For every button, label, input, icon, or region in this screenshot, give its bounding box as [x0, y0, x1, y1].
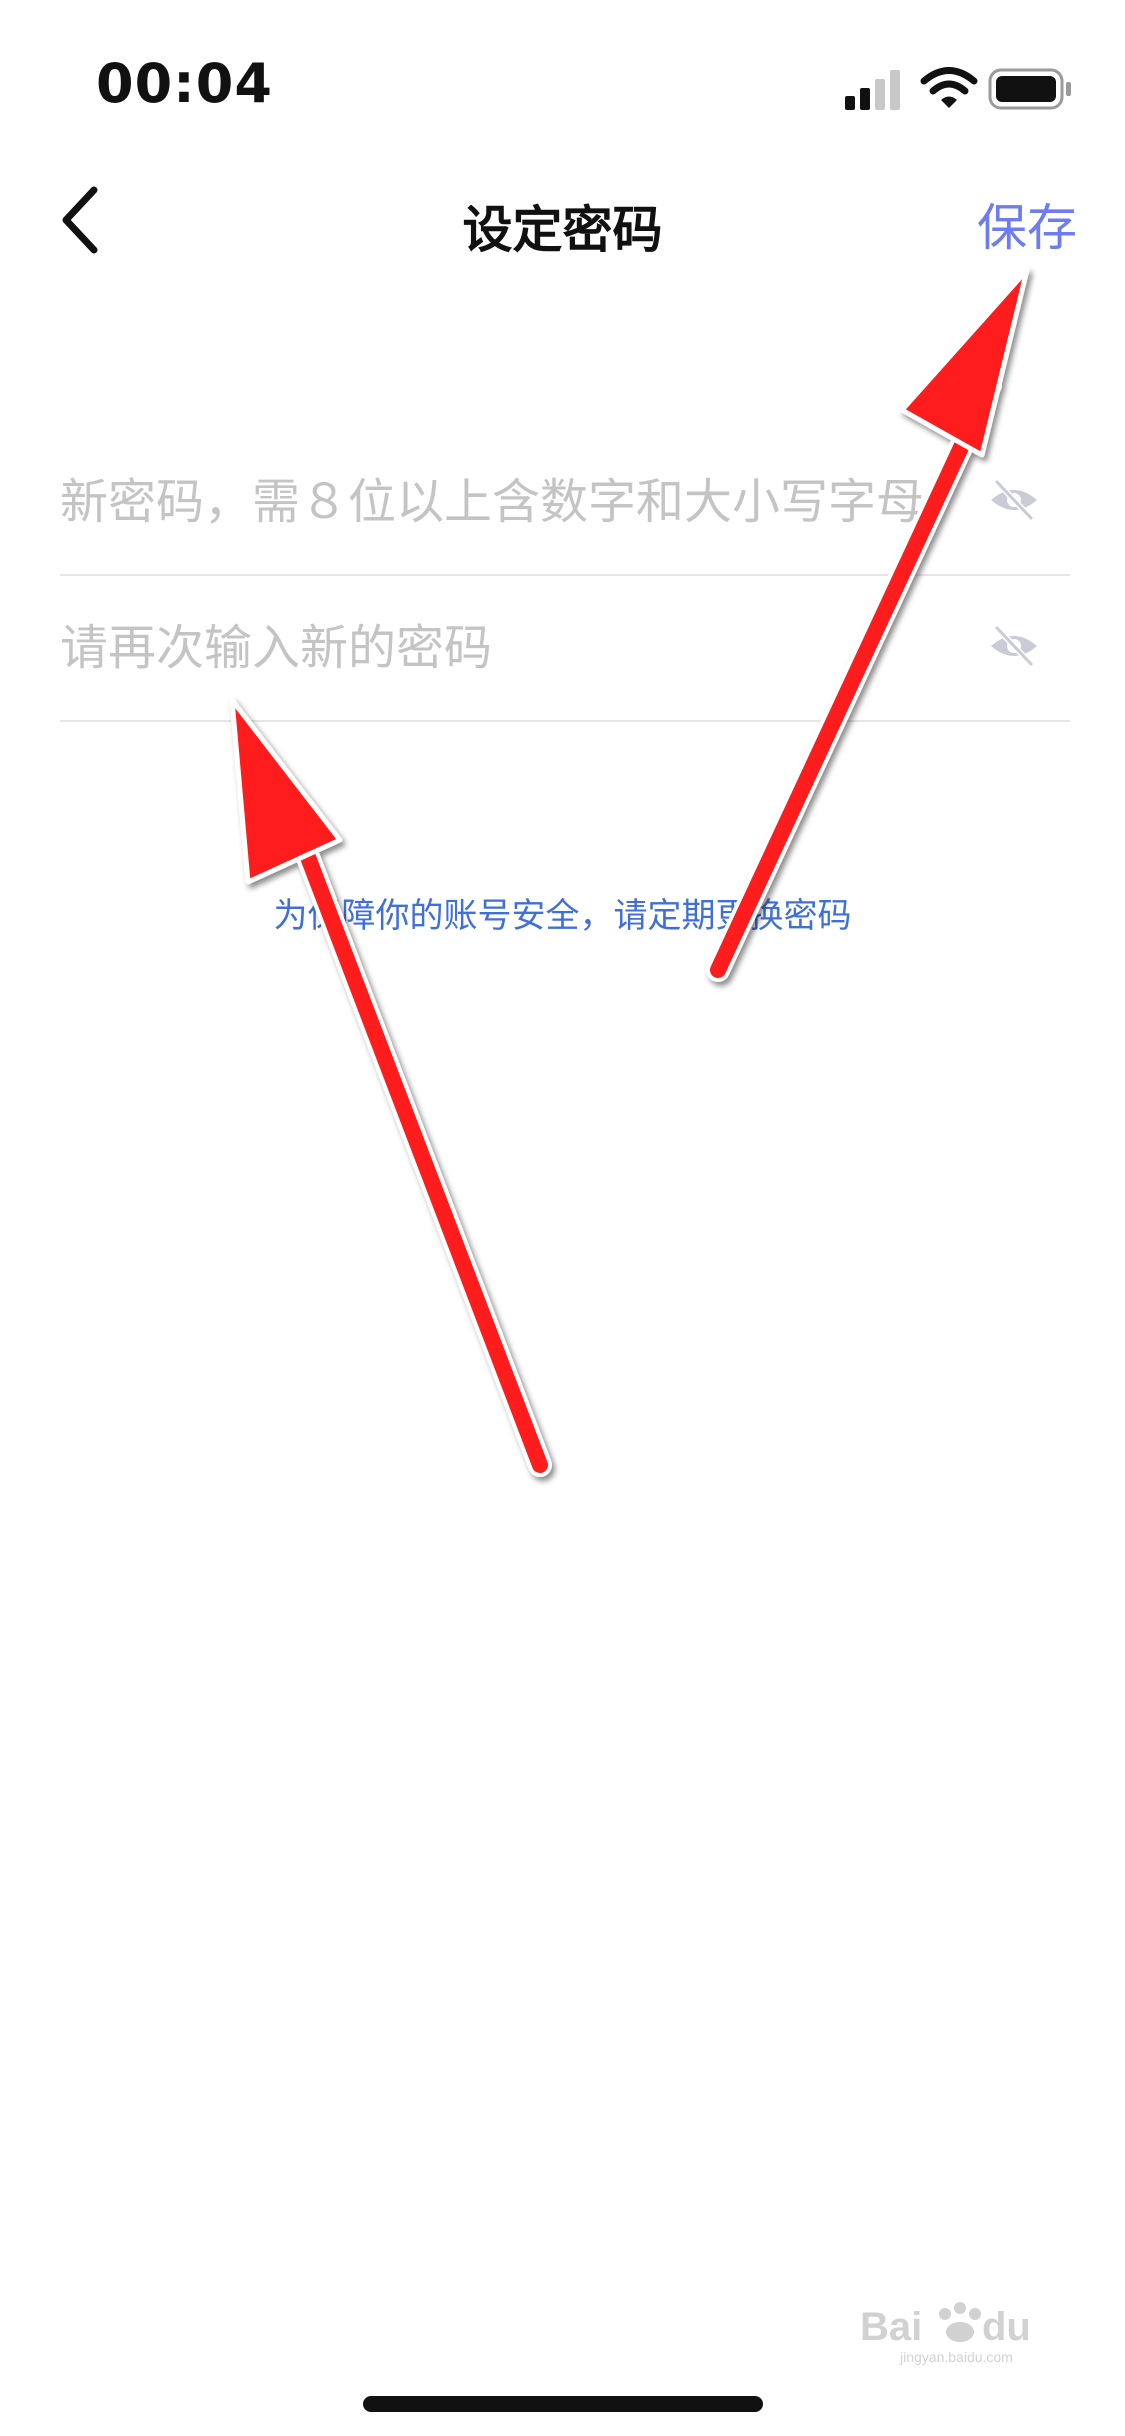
signal-icon — [845, 70, 900, 110]
svg-text:Bai: Bai — [860, 2305, 922, 2349]
eye-off-icon[interactable] — [988, 478, 1040, 522]
confirm-password-row — [60, 576, 1070, 722]
save-button[interactable]: 保存 — [977, 188, 1077, 260]
eye-off-icon[interactable] — [988, 624, 1040, 668]
wifi-icon — [920, 67, 978, 108]
svg-text:jingyan.baidu.com: jingyan.baidu.com — [899, 2349, 1013, 2365]
baidu-jingyan-watermark: Bai du jingyan.baidu.com — [860, 2302, 1031, 2365]
nav-bar: 设定密码 保存 — [0, 160, 1125, 290]
status-bar: 00:04 — [0, 0, 1125, 160]
battery-icon — [988, 68, 1071, 110]
password-form — [60, 430, 1070, 722]
security-notice: 为保障你的账号安全，请定期更换密码 — [273, 896, 852, 936]
new-password-input[interactable] — [60, 430, 960, 574]
page-title: 设定密码 — [462, 201, 663, 259]
new-password-row — [60, 430, 1070, 576]
status-time: 00:04 — [96, 52, 273, 115]
home-indicator[interactable] — [363, 2396, 763, 2412]
arrow-to-inputs — [229, 697, 552, 1477]
annotation-arrows — [229, 267, 1030, 1477]
svg-text:du: du — [982, 2305, 1031, 2349]
confirm-password-input[interactable] — [60, 576, 960, 720]
